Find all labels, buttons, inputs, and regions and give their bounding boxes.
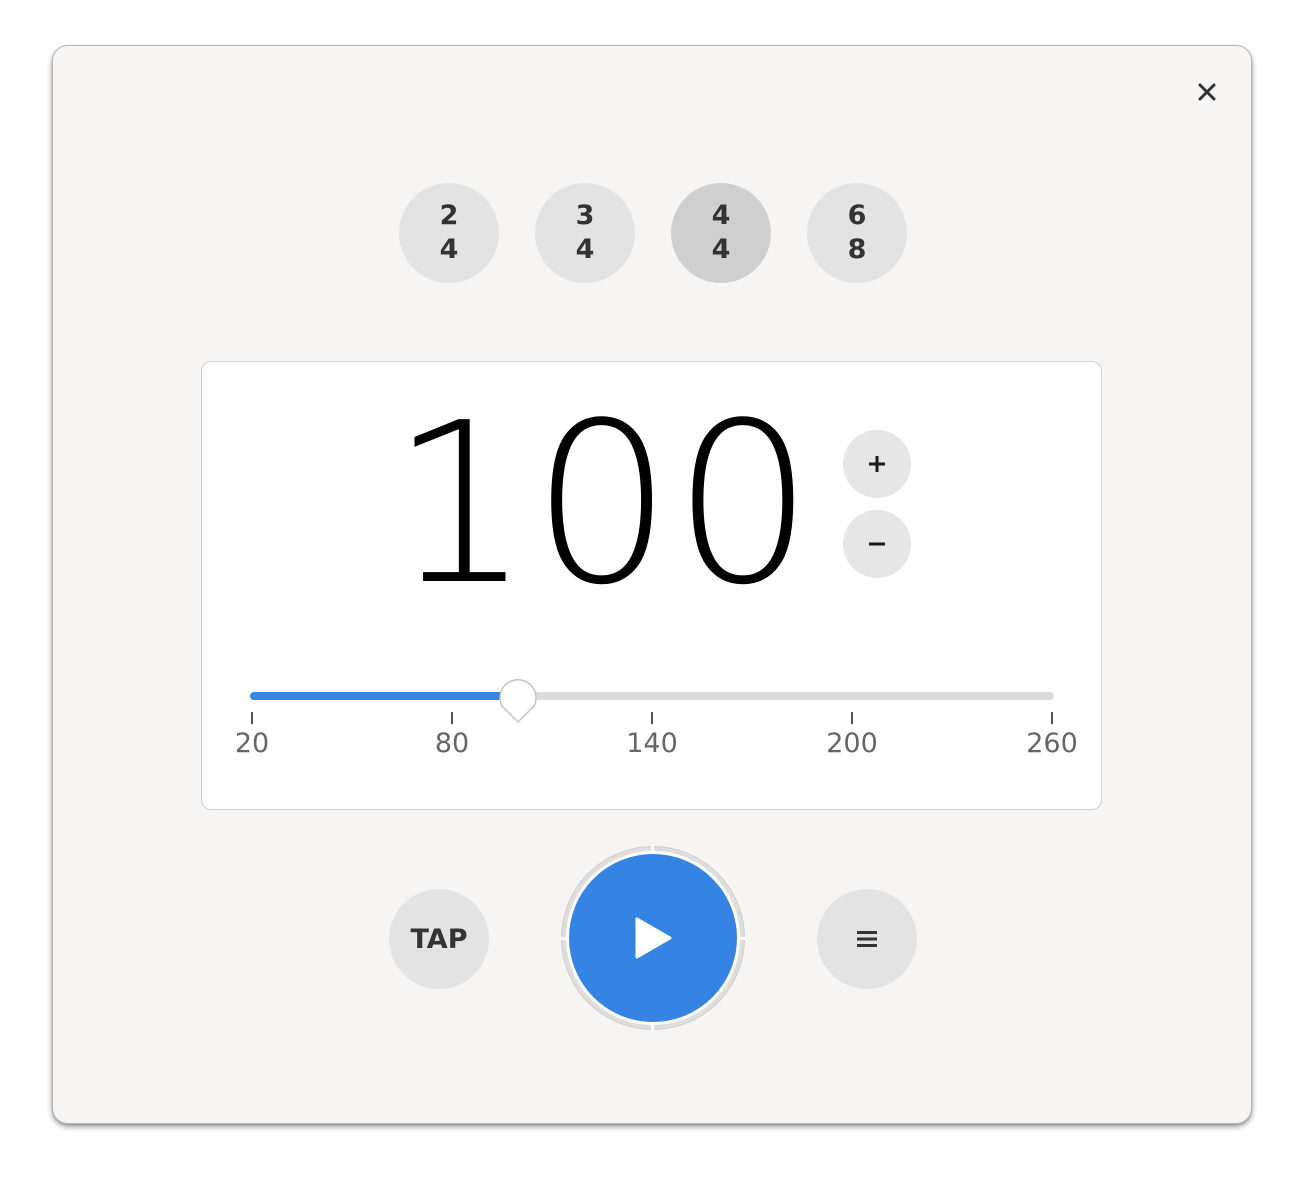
slider-tick-mark: [451, 712, 453, 724]
time-signature-3-4-button[interactable]: 3 4: [535, 183, 635, 283]
time-signature-denominator: 4: [711, 234, 731, 265]
time-signature-denominator: 4: [575, 234, 595, 265]
time-signature-numerator: 3: [575, 200, 595, 231]
slider-tick-label: 260: [1026, 728, 1078, 759]
increase-tempo-button[interactable]: [843, 430, 911, 498]
minus-icon: [869, 542, 885, 546]
slider-tick-mark: [851, 712, 853, 724]
time-signature-numerator: 6: [847, 200, 867, 231]
slider-tick-mark: [1051, 712, 1053, 724]
play-button[interactable]: [566, 851, 740, 1025]
time-signature-denominator: 4: [439, 234, 459, 265]
time-signature-6-8-button[interactable]: 6 8: [807, 183, 907, 283]
close-button[interactable]: [1187, 72, 1227, 112]
tempo-slider[interactable]: [250, 679, 1054, 724]
slider-tick-mark: [251, 712, 253, 724]
tempo-value: 100: [390, 376, 814, 634]
time-signature-numerator: 4: [711, 200, 731, 231]
metronome-window: 2 4 3 4 4 4 6 8 100 20 80 140 200 260 TA…: [52, 45, 1252, 1124]
slider-handle[interactable]: [498, 676, 538, 724]
close-icon: [1198, 83, 1216, 101]
slider-fill: [250, 692, 518, 700]
main-menu-button[interactable]: [817, 889, 917, 989]
plus-icon: [869, 456, 885, 472]
slider-tick-mark: [651, 712, 653, 724]
slider-tick-label: 200: [826, 728, 878, 759]
slider-tick-label: 140: [626, 728, 678, 759]
decrease-tempo-button[interactable]: [843, 510, 911, 578]
menu-icon: [857, 931, 877, 947]
time-signature-numerator: 2: [439, 200, 459, 231]
tap-tempo-button[interactable]: TAP: [389, 889, 489, 989]
play-icon: [635, 917, 672, 959]
time-signature-2-4-button[interactable]: 2 4: [399, 183, 499, 283]
time-signature-4-4-button[interactable]: 4 4: [671, 183, 771, 283]
slider-tick-label: 80: [434, 728, 470, 759]
tempo-panel: 100 20 80 140 200 260: [201, 361, 1102, 810]
slider-tick-label: 20: [234, 728, 270, 759]
tap-label: TAP: [410, 923, 468, 955]
time-signature-denominator: 8: [847, 234, 867, 265]
